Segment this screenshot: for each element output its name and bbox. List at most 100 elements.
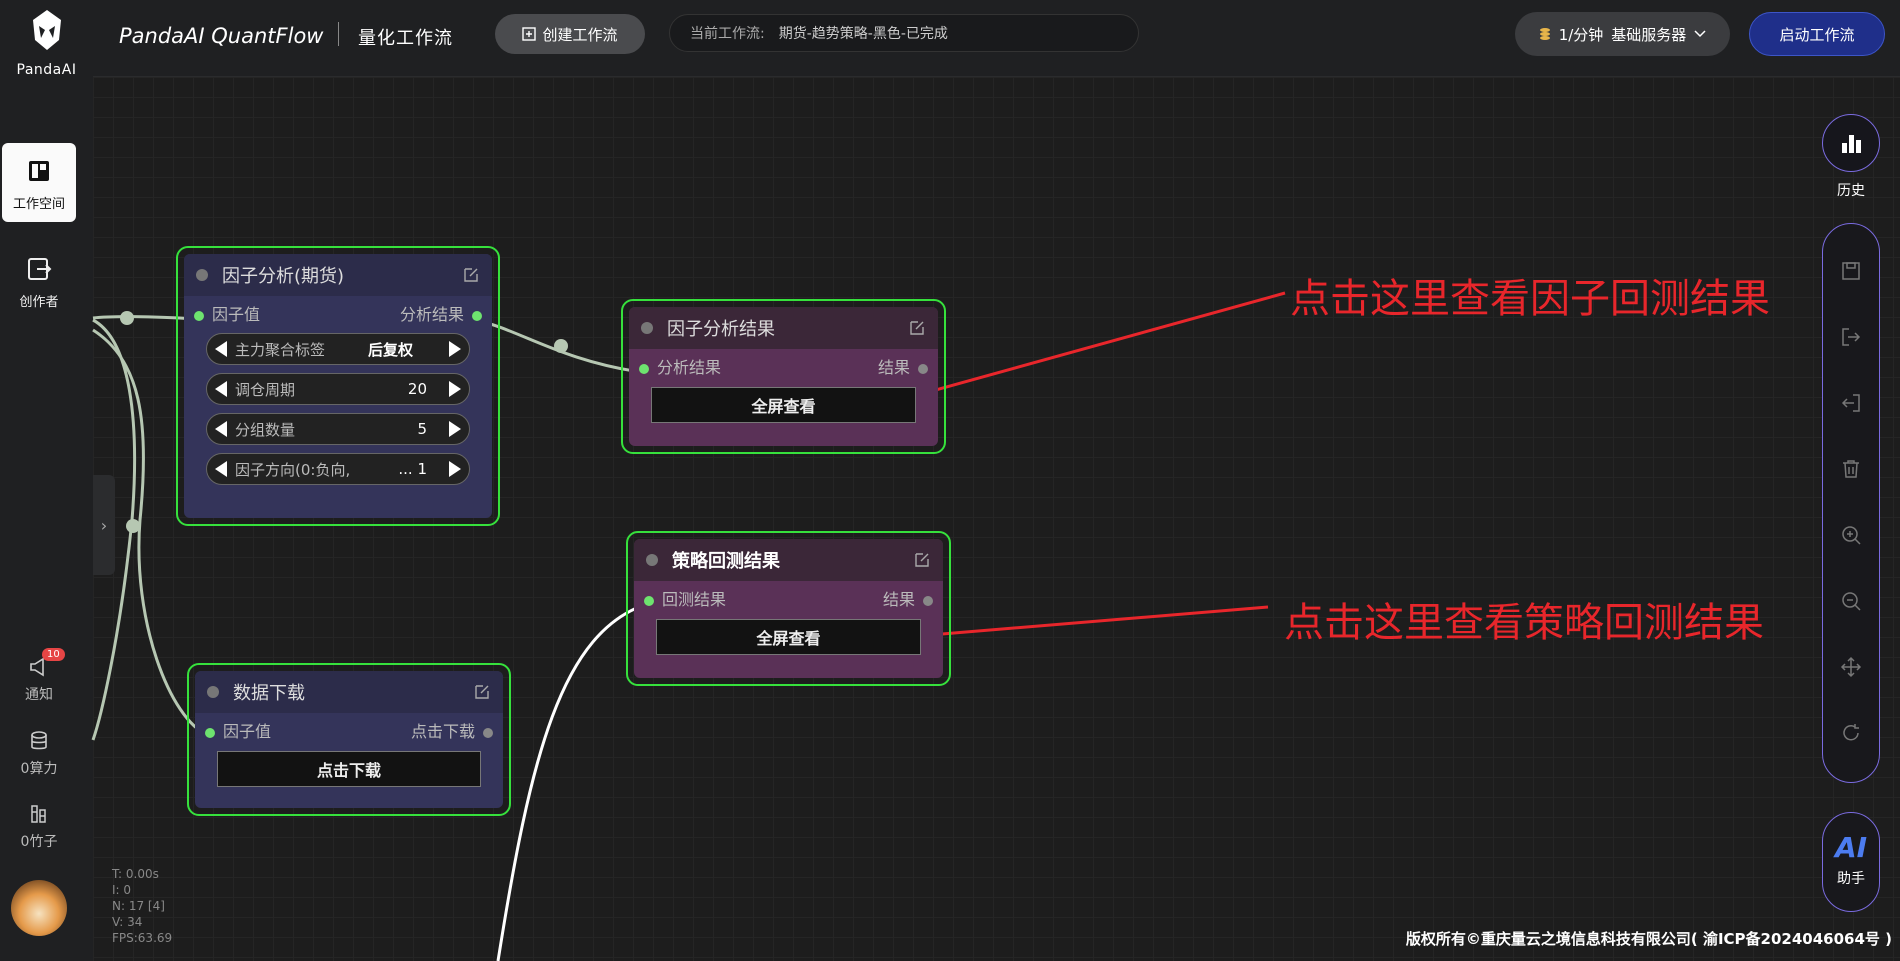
decrement-arrow-icon[interactable] <box>215 341 227 357</box>
edit-icon[interactable] <box>908 319 926 337</box>
history-label: 历史 <box>1837 183 1865 199</box>
start-workflow-button[interactable]: 启动工作流 <box>1749 12 1885 56</box>
app-title: PandaAI QuantFlow <box>119 24 324 48</box>
nav-bamboo[interactable]: 0竹子 <box>0 803 78 851</box>
node-status-dot <box>646 554 658 566</box>
node-ports: 回测结果 结果 <box>634 581 943 615</box>
bamboo-icon <box>31 805 46 823</box>
nav-creator-label: 创作者 <box>19 295 59 310</box>
node-ports: 因子值 点击下载 <box>195 713 503 747</box>
create-workflow-button[interactable]: 创建工作流 <box>495 14 645 54</box>
top-bar: PandaAI QuantFlow 量化工作流 创建工作流 当前工作流: 期货-… <box>93 0 1900 77</box>
param-rebalance-period[interactable]: 调仓周期 20 <box>206 373 470 405</box>
notice-badge: 10 <box>42 648 65 661</box>
zoom-out-icon[interactable] <box>1840 590 1862 612</box>
user-avatar[interactable] <box>11 880 67 936</box>
add-square-icon <box>522 27 537 41</box>
panda-logo-icon <box>32 10 61 50</box>
render-stats: T: 0.00s I: 0 N: 17 [4] V: 34 FPS:63.69 <box>112 866 172 946</box>
decrement-arrow-icon[interactable] <box>215 461 227 477</box>
output-port[interactable]: 结果 <box>878 354 928 378</box>
decrement-arrow-icon[interactable] <box>215 421 227 437</box>
output-port[interactable]: 分析结果 <box>400 301 482 325</box>
param-main-contract-tag[interactable]: 主力聚合标签 后复权 <box>206 333 470 365</box>
bar-chart-icon <box>1842 135 1861 153</box>
node-factor-result[interactable]: 因子分析结果 分析结果 结果 全屏查看 <box>621 299 946 454</box>
stat-nodes: N: 17 [4] <box>112 899 165 913</box>
left-sidebar: PandaAI 工作空间 创作者 10 通知 0算力 0竹子 <box>0 0 94 961</box>
creator-icon <box>28 258 52 280</box>
output-port[interactable]: 结果 <box>883 586 933 610</box>
node-ports: 因子值 分析结果 <box>184 296 492 330</box>
history-button[interactable] <box>1822 114 1880 172</box>
output-port[interactable]: 点击下载 <box>411 718 493 742</box>
logo[interactable]: PandaAI <box>0 8 93 78</box>
increment-arrow-icon[interactable] <box>449 421 461 437</box>
server-select[interactable]: 1/分钟 基础服务器 <box>1515 12 1730 56</box>
increment-arrow-icon[interactable] <box>449 341 461 357</box>
node-title: 因子分析结果 <box>667 319 775 340</box>
fullscreen-view-button[interactable]: 全屏查看 <box>651 387 916 423</box>
zoom-in-icon[interactable] <box>1840 524 1862 546</box>
node-ports: 分析结果 结果 <box>629 349 938 383</box>
node-header[interactable]: 策略回测结果 <box>634 539 943 581</box>
chevron-down-icon <box>1694 30 1706 38</box>
node-data-download[interactable]: 数据下载 因子值 点击下载 点击下载 <box>187 663 511 816</box>
title-divider <box>338 22 339 46</box>
canvas-toolbar <box>1822 223 1880 783</box>
move-icon[interactable] <box>1840 656 1862 678</box>
download-button[interactable]: 点击下载 <box>217 751 481 787</box>
decrement-arrow-icon[interactable] <box>215 381 227 397</box>
param-group-count[interactable]: 分组数量 5 <box>206 413 470 445</box>
nav-compute[interactable]: 0算力 <box>0 730 78 778</box>
current-workflow-display: 当前工作流: 期货-趋势策略-黑色-已完成 <box>669 14 1139 52</box>
input-port[interactable]: 因子值 <box>205 718 271 742</box>
copyright-footer: 版权所有©重庆量云之境信息科技有限公司( 渝ICP备2024046064号 ) <box>1405 930 1892 948</box>
node-factor-analysis[interactable]: 因子分析(期货) 因子值 分析结果 主力聚合标签 后复权 调仓周期 20 分组数… <box>176 246 500 526</box>
node-title: 因子分析(期货) <box>222 266 345 287</box>
nav-workspace-label: 工作空间 <box>12 197 65 212</box>
refresh-icon[interactable] <box>1840 722 1862 744</box>
stat-fps: FPS:63.69 <box>112 931 173 945</box>
database-icon <box>31 731 47 750</box>
node-title: 策略回测结果 <box>672 551 780 572</box>
ai-assistant-button[interactable]: AI 助手 <box>1822 812 1880 912</box>
input-port[interactable]: 因子值 <box>194 301 260 325</box>
node-header[interactable]: 因子分析结果 <box>629 307 938 349</box>
increment-arrow-icon[interactable] <box>449 461 461 477</box>
fullscreen-view-button[interactable]: 全屏查看 <box>656 619 921 655</box>
node-header[interactable]: 因子分析(期货) <box>184 254 492 296</box>
server-name: 基础服务器 <box>1611 25 1687 44</box>
save-icon[interactable] <box>1840 260 1862 282</box>
current-workflow-value: 期货-趋势策略-黑色-已完成 <box>778 26 948 42</box>
param-factor-direction[interactable]: 因子方向(0:负向, ... 1 <box>206 453 470 485</box>
app-subtitle: 量化工作流 <box>358 28 453 49</box>
node-header[interactable]: 数据下载 <box>195 671 503 713</box>
stat-time: T: 0.00s <box>112 867 159 881</box>
nav-workspace[interactable]: 工作空间 <box>2 143 76 222</box>
trash-icon[interactable] <box>1840 458 1862 480</box>
nav-bamboo-label: 0竹子 <box>20 834 58 850</box>
nav-notice-label: 通知 <box>25 687 53 703</box>
edit-icon[interactable] <box>913 551 931 569</box>
node-strategy-result[interactable]: 策略回测结果 回测结果 结果 全屏查看 <box>626 531 951 686</box>
increment-arrow-icon[interactable] <box>449 381 461 397</box>
import-icon[interactable] <box>1840 392 1862 414</box>
edit-icon[interactable] <box>473 683 491 701</box>
input-port[interactable]: 分析结果 <box>639 354 721 378</box>
edit-icon[interactable] <box>462 266 480 284</box>
node-title: 数据下载 <box>233 683 305 704</box>
nav-creator[interactable]: 创作者 <box>2 255 76 310</box>
node-status-dot <box>196 269 208 281</box>
annotation-factor-hint: 点击这里查看因子回测结果 <box>1290 276 1770 322</box>
export-icon[interactable] <box>1840 326 1862 348</box>
nav-notice[interactable]: 10 通知 <box>0 648 78 704</box>
node-status-dot <box>641 322 653 334</box>
input-port[interactable]: 回测结果 <box>644 586 726 610</box>
stat-i: I: 0 <box>112 883 132 897</box>
server-rate: 1/分钟 <box>1558 25 1604 44</box>
ai-logo-icon: AI <box>1834 831 1868 864</box>
panel-expand-toggle[interactable]: › <box>93 475 115 575</box>
coin-stack-icon <box>1539 28 1550 40</box>
current-workflow-label: 当前工作流: <box>690 26 765 42</box>
